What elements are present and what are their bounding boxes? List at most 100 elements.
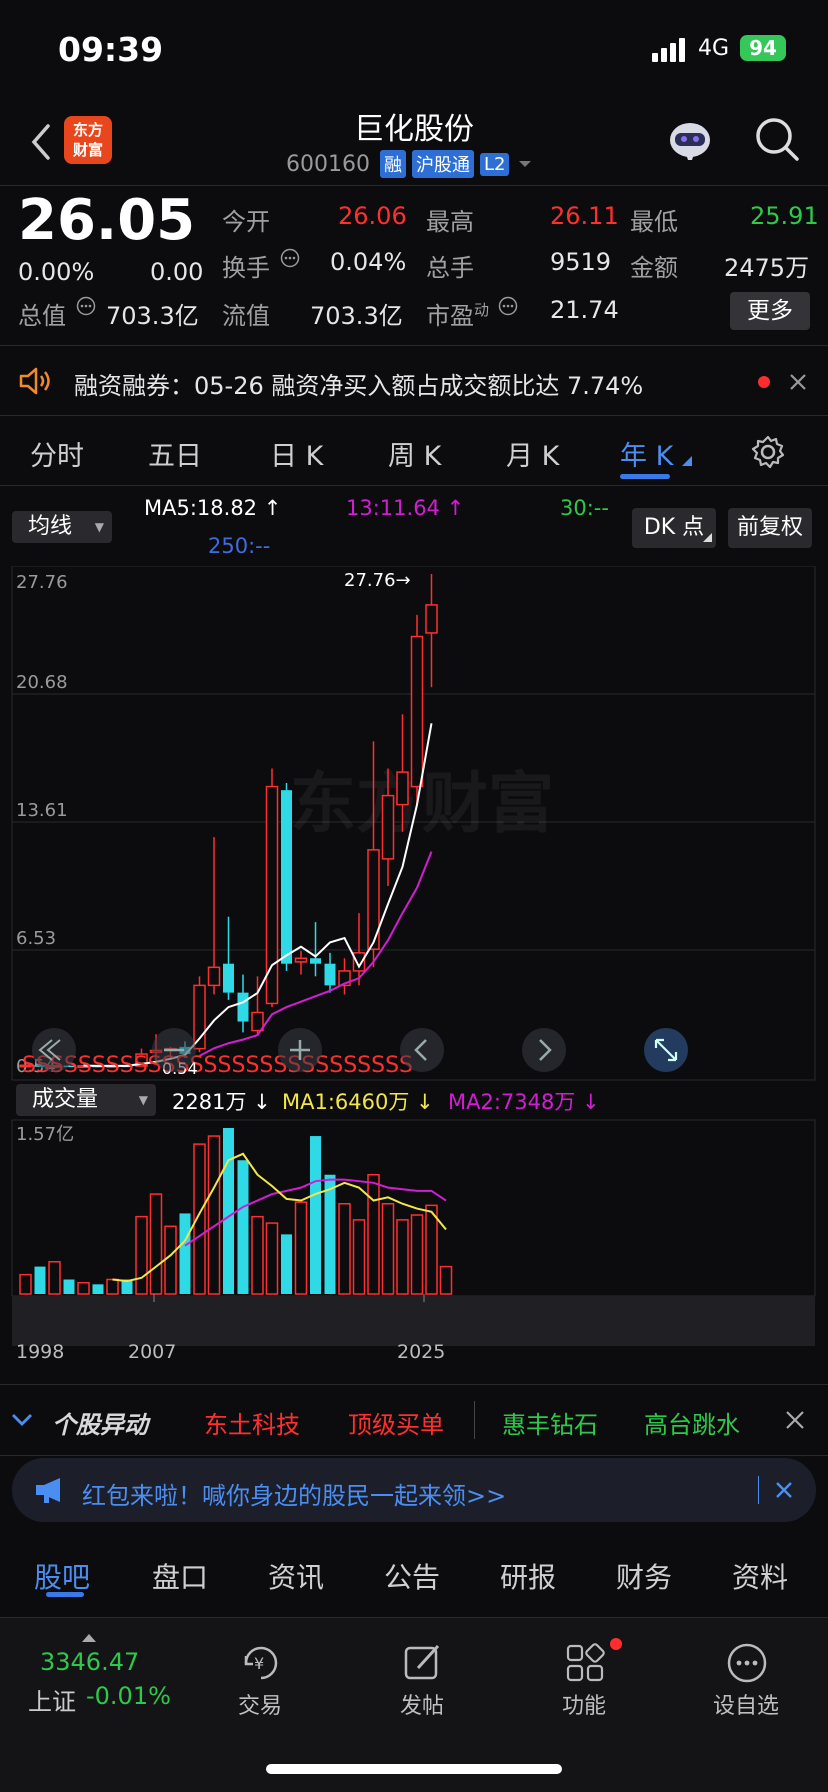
kline-chart[interactable]: 东方财富 27.76 20.68 13.61 6.53 0.54 27.76→ …	[0, 566, 828, 1384]
chevron-down-icon	[519, 161, 532, 167]
volume-bar	[106, 1278, 119, 1295]
notification-dot	[610, 1638, 622, 1650]
pe-value: 21.74	[550, 296, 619, 324]
volume-bar	[265, 1222, 279, 1295]
tab-yearly-k[interactable]: 年 K	[620, 434, 673, 473]
movement-item[interactable]: 高台跳水	[644, 1405, 740, 1440]
candle-body	[410, 635, 424, 788]
search-icon[interactable]	[754, 116, 800, 162]
stock-code-line[interactable]: 600160 融 沪股通 L2	[286, 150, 535, 178]
tab-forum[interactable]: 股吧	[34, 1556, 90, 1596]
volume-bar	[381, 1202, 395, 1295]
tab-intraday[interactable]: 分时	[30, 434, 84, 473]
tab-news[interactable]: 资讯	[268, 1556, 324, 1596]
volume-bar	[48, 1261, 61, 1295]
open-value: 26.06	[338, 202, 407, 230]
zoom-in-button[interactable]	[278, 1028, 322, 1072]
candle-body	[310, 958, 321, 964]
pe-dynamic-sup: 动	[474, 301, 490, 319]
candle-body	[237, 992, 249, 1022]
dk-point-button[interactable]: DK 点	[632, 508, 716, 548]
volume-bar	[338, 1202, 351, 1295]
volume-header: 成交量 ▼ 2281万 ↓ MA1:6460万 ↓ MA2:7348万 ↓	[0, 1082, 828, 1118]
chevron-down-icon[interactable]	[10, 1409, 34, 1431]
margin-notice[interactable]: 融资融券：05-26 融资净买入额占成交额比达 7.74%	[0, 346, 828, 416]
scroll-left-button[interactable]	[400, 1028, 444, 1072]
info-dots-icon[interactable]	[76, 296, 96, 316]
tab-five-day[interactable]: 五日	[148, 434, 202, 473]
chart-rewind-button[interactable]	[32, 1028, 76, 1072]
trade-icon[interactable]: ¥	[238, 1640, 284, 1686]
movement-item[interactable]: 惠丰钻石	[502, 1405, 598, 1440]
apps-grid-icon[interactable]	[562, 1640, 608, 1686]
dock-item-add-watchlist[interactable]: 设自选	[686, 1688, 806, 1720]
tab-daily-k[interactable]: 日 K	[270, 434, 323, 473]
red-packet-banner[interactable]: 红包来啦！喊你身边的股民一起来领>>	[12, 1458, 816, 1522]
candle-body	[324, 963, 336, 986]
close-icon[interactable]	[788, 372, 808, 392]
level2-tag: L2	[479, 152, 510, 176]
adjust-price-button[interactable]: 前复权	[728, 508, 812, 548]
change-amount: 0.00	[150, 258, 204, 286]
index-name[interactable]: 上证	[28, 1682, 76, 1717]
more-circle-icon[interactable]	[724, 1640, 770, 1686]
tab-financials[interactable]: 财务	[616, 1556, 672, 1596]
dock-item-post[interactable]: 发帖	[362, 1688, 482, 1720]
scroll-right-button[interactable]	[522, 1028, 566, 1072]
divider	[474, 1401, 475, 1439]
caret-up-icon	[82, 1634, 96, 1642]
movement-item[interactable]: 顶级买单	[348, 1405, 444, 1440]
stock-movement-title[interactable]: 个股异动	[52, 1405, 148, 1440]
chevron-down-icon: ▼	[94, 520, 104, 534]
volume-bar	[439, 1265, 453, 1295]
movement-item[interactable]: 东土科技	[204, 1405, 300, 1440]
volume-bar	[223, 1128, 234, 1294]
quote-panel: 26.05 0.00% 0.00 今开 26.06 最高 26.11 最低 25…	[0, 186, 828, 346]
tab-monthly-k[interactable]: 月 K	[506, 434, 559, 473]
candle-body	[223, 963, 234, 993]
tab-profile[interactable]: 资料	[732, 1556, 788, 1596]
tab-weekly-k[interactable]: 周 K	[388, 434, 441, 473]
y-tick-label: 20.68	[16, 672, 68, 693]
tab-research[interactable]: 研报	[500, 1556, 556, 1596]
volume-indicator-dropdown[interactable]: 成交量 ▼	[16, 1084, 156, 1116]
volume-bar	[164, 1225, 177, 1295]
settings-gear-icon[interactable]	[750, 434, 786, 470]
assistant-robot-icon[interactable]	[666, 116, 714, 164]
dock-item-trade[interactable]: 交易	[200, 1688, 320, 1720]
info-dots-icon[interactable]	[498, 296, 518, 316]
volume-bar	[92, 1284, 104, 1294]
tab-announcements[interactable]: 公告	[384, 1556, 440, 1596]
more-button[interactable]: 更多	[730, 292, 810, 330]
volume-bar	[34, 1266, 46, 1294]
index-value[interactable]: 3346.47	[40, 1648, 139, 1676]
x-axis-label: 2007	[128, 1341, 176, 1363]
notice-text: 融资融券：05-26 融资净买入额占成交额比达 7.74%	[74, 372, 644, 400]
zoom-out-button[interactable]	[152, 1028, 196, 1072]
tab-order-book[interactable]: 盘口	[152, 1556, 208, 1596]
float-cap-label: 流值	[222, 302, 270, 330]
compose-icon[interactable]	[400, 1640, 446, 1686]
volume-bar	[425, 1204, 438, 1295]
candle-body	[425, 604, 438, 634]
y-tick-label: 27.76	[16, 572, 68, 593]
indicator-dropdown[interactable]: 均线 ▼	[12, 511, 112, 543]
dock-item-functions[interactable]: 功能	[524, 1688, 644, 1720]
content-tabs: 股吧 盘口 资讯 公告 研报 财务 资料	[0, 1536, 828, 1618]
corner-triangle-icon	[703, 533, 712, 542]
status-bar: 09:39 4G 94	[0, 0, 828, 100]
close-icon[interactable]	[774, 1480, 794, 1500]
last-price: 26.05	[18, 188, 196, 253]
volume-ma1-readout: MA1:6460万 ↓	[282, 1090, 434, 1114]
index-change[interactable]: -0.01%	[86, 1682, 171, 1710]
amount-label: 金额	[630, 254, 678, 282]
volume-bar	[237, 1160, 249, 1294]
fullscreen-expand-button[interactable]	[644, 1028, 688, 1072]
home-indicator	[266, 1764, 562, 1774]
close-icon[interactable]	[784, 1409, 806, 1431]
chevron-down-icon: ▼	[138, 1093, 148, 1107]
volume-bar	[135, 1215, 148, 1295]
info-dots-icon[interactable]	[280, 248, 300, 268]
volume-ma2-readout: MA2:7348万 ↓	[448, 1090, 600, 1114]
candle-body	[207, 966, 221, 987]
